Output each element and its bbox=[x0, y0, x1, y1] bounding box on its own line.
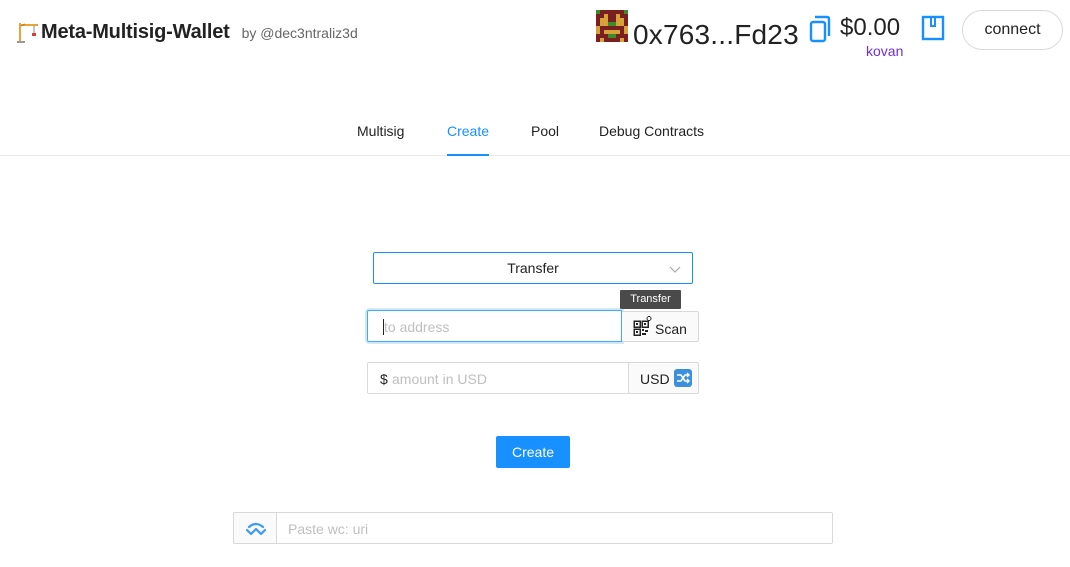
tab-debug-contracts[interactable]: Debug Contracts bbox=[599, 108, 704, 156]
tab-multisig[interactable]: Multisig bbox=[357, 108, 404, 156]
scan-label: Scan bbox=[655, 321, 687, 337]
amount-input[interactable]: $ amount in USD bbox=[367, 362, 629, 394]
to-address-input[interactable]: to address bbox=[367, 310, 622, 342]
tab-pool[interactable]: Pool bbox=[531, 108, 559, 156]
amount-placeholder: amount in USD bbox=[392, 371, 487, 387]
chevron-down-icon bbox=[669, 266, 681, 273]
shuffle-icon bbox=[674, 369, 692, 387]
account-area: 0x763...Fd23 $0.00 kovan bbox=[596, 10, 903, 60]
currency-toggle-button[interactable]: USD bbox=[628, 362, 699, 394]
main-tabs: Multisig Create Pool Debug Contracts bbox=[0, 108, 1070, 156]
method-select[interactable]: Transfer bbox=[373, 252, 693, 284]
tooltip: Transfer bbox=[620, 290, 681, 309]
author-byline[interactable]: by @dec3ntraliz3d bbox=[242, 25, 358, 41]
construction-crane-icon bbox=[17, 23, 38, 43]
walletconnect-uri-input[interactable]: Paste wc: uri bbox=[276, 512, 833, 544]
network-name: kovan bbox=[866, 43, 904, 59]
to-address-placeholder: to address bbox=[384, 319, 450, 335]
copy-icon[interactable] bbox=[808, 14, 832, 44]
method-select-value: Transfer bbox=[507, 260, 559, 276]
scan-qr-button[interactable]: Scan bbox=[622, 311, 699, 342]
walletconnect-placeholder: Paste wc: uri bbox=[288, 521, 369, 537]
qr-code-icon bbox=[633, 316, 652, 336]
walletconnect-addon bbox=[233, 512, 277, 544]
currency-label: USD bbox=[640, 371, 670, 387]
account-balance[interactable]: $0.00 bbox=[840, 14, 900, 42]
create-button[interactable]: Create bbox=[496, 436, 570, 468]
connect-button[interactable]: connect bbox=[962, 10, 1063, 50]
dollar-prefix: $ bbox=[380, 371, 388, 387]
account-address[interactable]: 0x763...Fd23 bbox=[633, 19, 799, 51]
tab-create[interactable]: Create bbox=[447, 108, 490, 156]
brand: Meta-Multisig-Wallet by @dec3ntraliz3d bbox=[16, 20, 358, 44]
app-title[interactable]: Meta-Multisig-Wallet bbox=[41, 21, 230, 44]
walletconnect-icon bbox=[246, 522, 266, 536]
wallet-icon[interactable] bbox=[921, 15, 945, 41]
blockie-avatar-icon bbox=[596, 10, 628, 42]
